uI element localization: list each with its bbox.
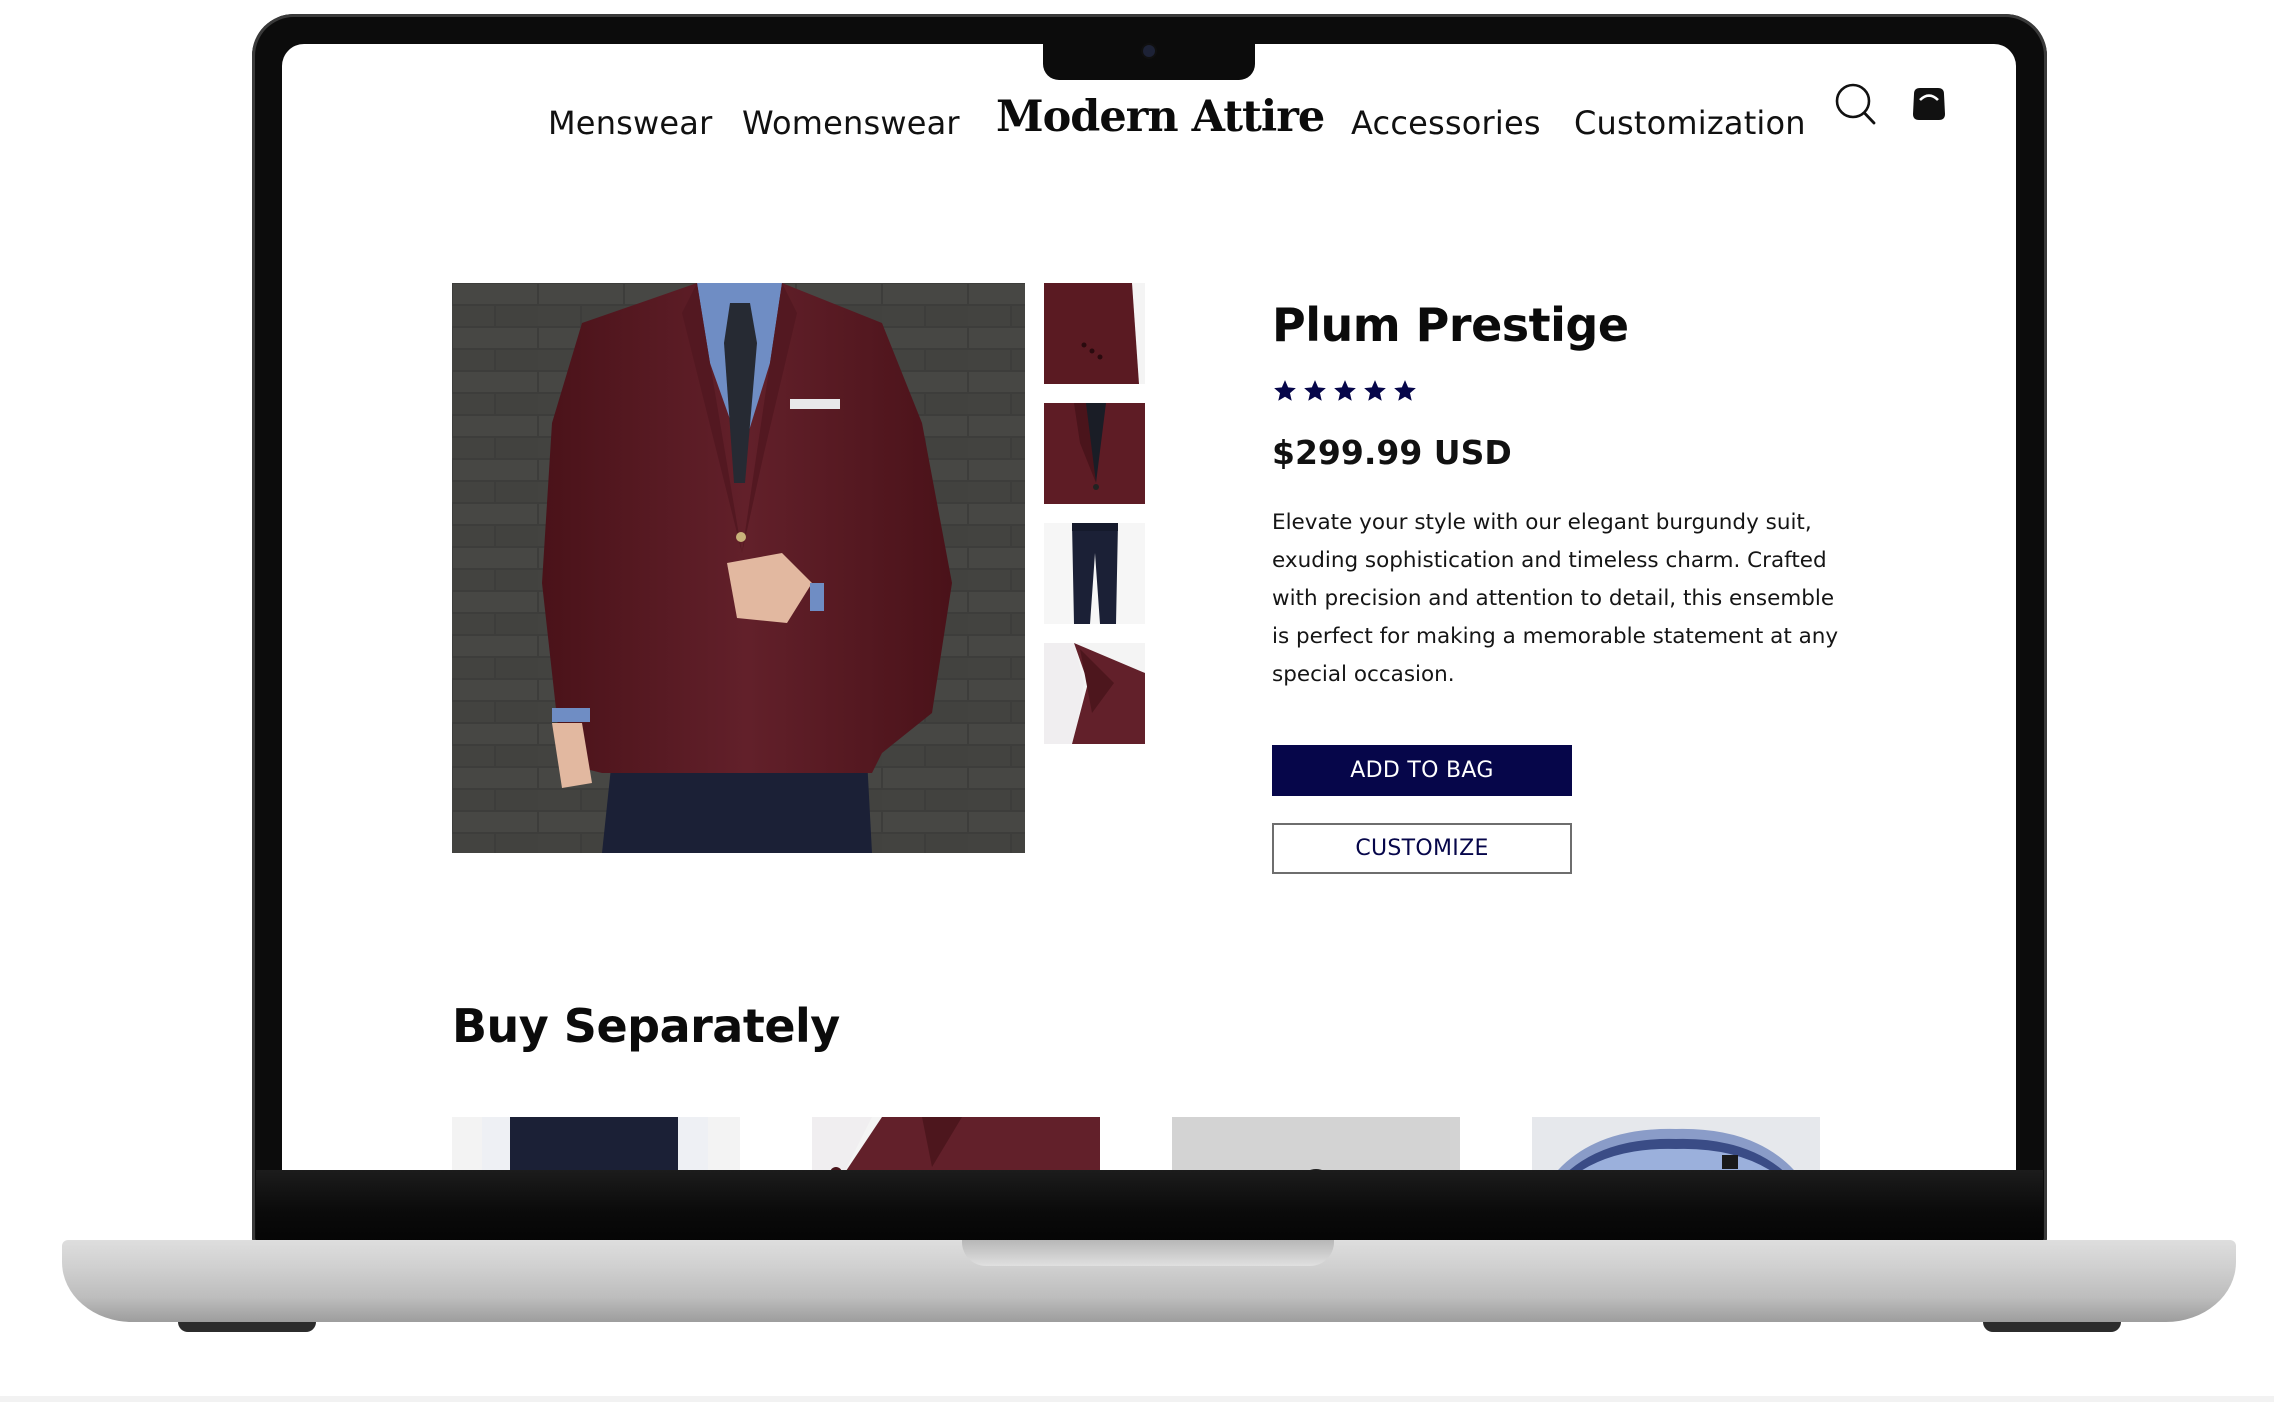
shopping-bag-icon[interactable] [1908, 80, 1950, 129]
star-icon [1394, 380, 1416, 401]
brand-logo[interactable]: Modern Attire [996, 92, 1325, 142]
separate-item-card[interactable] [452, 1117, 740, 1170]
star-icon [1304, 380, 1326, 401]
camera-icon [1143, 45, 1155, 57]
product-main-image[interactable] [452, 283, 1025, 853]
separate-item-card[interactable] [812, 1117, 1100, 1170]
product-thumbnail[interactable] [1044, 523, 1145, 624]
laptop-chin [256, 1170, 2043, 1242]
nav-link-menswear[interactable]: Menswear [548, 104, 712, 142]
search-icon[interactable] [1834, 82, 1878, 133]
add-to-bag-button[interactable]: ADD TO BAG [1272, 745, 1572, 796]
laptop-foot [178, 1322, 316, 1332]
nav-link-womenswear[interactable]: Womenswear [742, 104, 960, 142]
star-icon [1364, 380, 1386, 401]
browser-screen: Menswear Womenswear Modern Attire Access… [282, 44, 2016, 1170]
product-thumbnail[interactable] [1044, 643, 1145, 744]
customize-button[interactable]: CUSTOMIZE [1272, 823, 1572, 874]
separate-item-card[interactable] [1532, 1117, 1820, 1170]
product-description: Elevate your style with our elegant burg… [1272, 510, 1839, 687]
buy-separately-heading: Buy Separately [452, 999, 840, 1053]
product-thumbnail[interactable] [1044, 403, 1145, 504]
laptop-foot [1983, 1322, 2121, 1332]
floor [0, 1396, 2274, 1402]
nav-link-accessories[interactable]: Accessories [1351, 104, 1541, 142]
product-title: Plum Prestige [1272, 298, 1629, 352]
star-icon [1334, 380, 1356, 401]
nav-link-customization[interactable]: Customization [1574, 104, 1806, 142]
product-price: $299.99 USD [1272, 433, 1512, 472]
rating-stars [1272, 378, 1418, 404]
laptop-base-notch [962, 1240, 1334, 1266]
product-thumbnail[interactable] [1044, 283, 1145, 384]
star-icon [1274, 380, 1296, 401]
separate-item-card[interactable] [1172, 1117, 1460, 1170]
